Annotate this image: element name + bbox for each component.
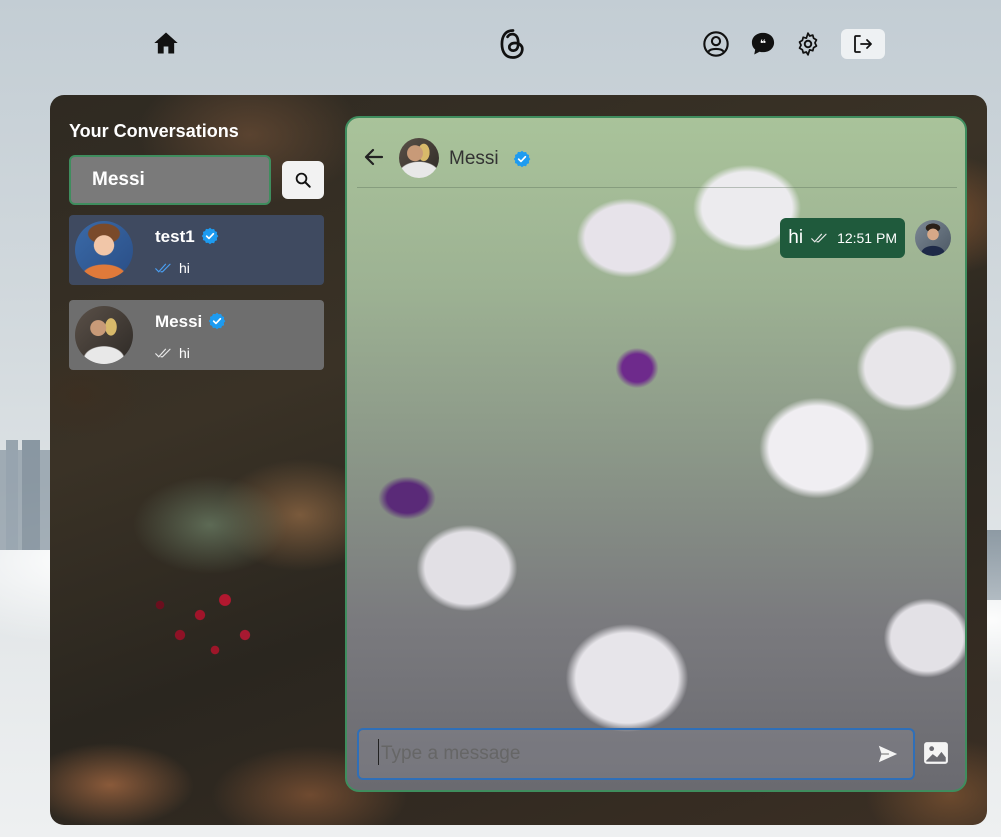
text-caret	[378, 739, 379, 765]
avatar	[75, 306, 133, 364]
background-city-left	[0, 440, 50, 550]
message-row: hi 12:51 PM	[780, 218, 951, 258]
svg-text:❝: ❝	[760, 38, 766, 50]
chat-contact-name: Messi	[449, 148, 499, 169]
back-arrow-icon[interactable]	[361, 145, 387, 174]
conversation-item-test1[interactable]: test1 hi	[69, 215, 324, 285]
conversation-last-message: hi	[155, 345, 190, 361]
home-icon[interactable]	[150, 27, 182, 59]
conversation-item-messi[interactable]: Messi hi	[69, 300, 324, 370]
send-icon[interactable]	[877, 743, 899, 770]
image-upload-icon[interactable]	[923, 741, 949, 770]
top-navigation: ❝	[0, 0, 1001, 90]
message-time: 12:51 PM	[837, 230, 897, 246]
message-input[interactable]: Type a message	[357, 728, 915, 780]
double-check-icon	[811, 233, 827, 243]
conversation-name: test1	[155, 227, 195, 246]
message-bubble: hi 12:51 PM	[780, 218, 905, 258]
search-icon	[295, 172, 311, 188]
search-button[interactable]	[282, 161, 324, 199]
conversation-last-message: hi	[155, 260, 190, 276]
background-city-right	[987, 530, 1001, 600]
conversation-name: Messi	[155, 312, 203, 331]
message-input-row: Type a message	[357, 728, 957, 780]
chat-window: Messi hi 12:51 PM Type a message	[345, 116, 967, 792]
verified-badge-icon	[201, 227, 219, 245]
verified-badge-icon	[208, 312, 226, 330]
logout-icon[interactable]	[841, 29, 885, 59]
last-message-text: hi	[179, 345, 190, 361]
avatar	[75, 221, 133, 279]
avatar	[915, 220, 951, 256]
profile-icon[interactable]	[700, 28, 732, 60]
settings-icon[interactable]	[792, 28, 824, 60]
double-check-icon	[155, 348, 171, 358]
threads-logo-icon[interactable]	[497, 28, 529, 60]
chat-icon[interactable]: ❝	[747, 28, 779, 60]
message-text: hi	[788, 227, 804, 248]
double-check-icon	[155, 263, 171, 273]
conversations-title: Your Conversations	[69, 121, 239, 141]
verified-badge-icon	[513, 150, 531, 168]
chat-header: Messi	[357, 118, 957, 188]
avatar	[399, 138, 439, 178]
search-input[interactable]: Messi	[69, 155, 271, 205]
main-panel: Your Conversations Messi test1 hi Messi	[50, 95, 987, 825]
last-message-text: hi	[179, 260, 190, 276]
